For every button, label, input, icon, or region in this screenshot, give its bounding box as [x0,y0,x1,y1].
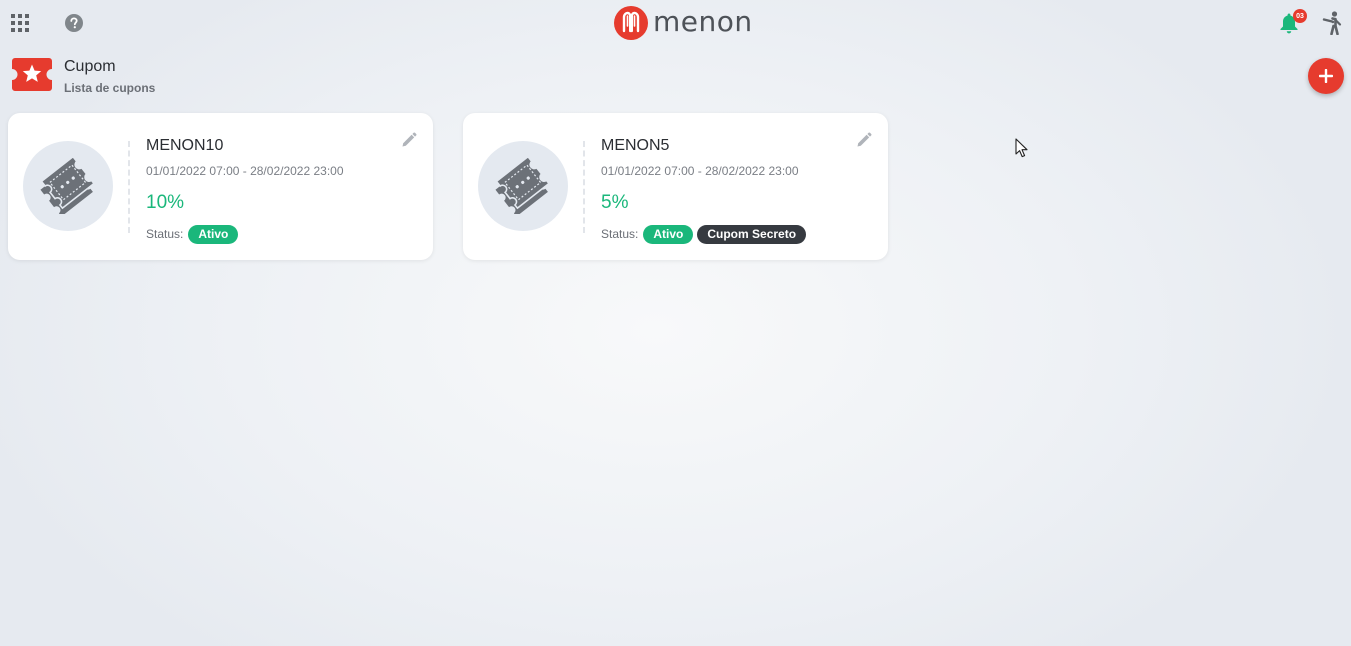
coupon-card[interactable]: MENON5 01/01/2022 07:00 - 28/02/2022 23:… [463,113,888,260]
ticket-star-icon [12,58,52,91]
coupon-code: MENON5 [601,137,670,154]
coupon-discount: 10% [146,192,185,213]
menon-logo[interactable]: menon [613,5,753,41]
status-label: Status: [146,227,184,241]
page-subtitle: Lista de cupons [64,81,156,95]
ticket-icon [40,158,96,214]
edit-pencil-icon[interactable] [856,132,872,148]
accessibility-person-icon[interactable] [1321,11,1343,35]
card-divider [583,141,585,233]
coupon-period: 01/01/2022 07:00 - 28/02/2022 23:00 [146,164,344,178]
ticket-icon [495,158,551,214]
page-title: Cupom [64,58,116,75]
add-coupon-button[interactable] [1308,58,1344,94]
top-bar: menon 03 [0,0,1351,46]
coupon-discount: 5% [601,192,629,213]
mouse-cursor-icon [1015,138,1029,158]
logo-text: menon [653,4,753,38]
coupon-period: 01/01/2022 07:00 - 28/02/2022 23:00 [601,164,799,178]
secret-coupon-badge: Cupom Secreto [697,224,807,244]
coupon-avatar [478,141,568,231]
status-label: Status: [601,227,639,241]
plus-icon [1319,69,1333,83]
apps-grid-icon[interactable] [10,13,30,33]
status-badge-active: Ativo [188,224,239,244]
coupon-status-row: Status: Ativo Cupom Secreto [601,224,807,244]
edit-pencil-icon[interactable] [401,132,417,148]
coupon-code: MENON10 [146,137,224,154]
card-divider [128,141,130,233]
coupon-card[interactable]: MENON10 01/01/2022 07:00 - 28/02/2022 23… [8,113,433,260]
coupon-status-row: Status: Ativo [146,224,239,244]
help-circle-icon[interactable] [64,13,84,33]
coupon-avatar [23,141,113,231]
menon-logo-mark-icon [614,6,648,40]
status-badge-active: Ativo [643,224,694,244]
notification-count-badge: 03 [1293,9,1307,23]
